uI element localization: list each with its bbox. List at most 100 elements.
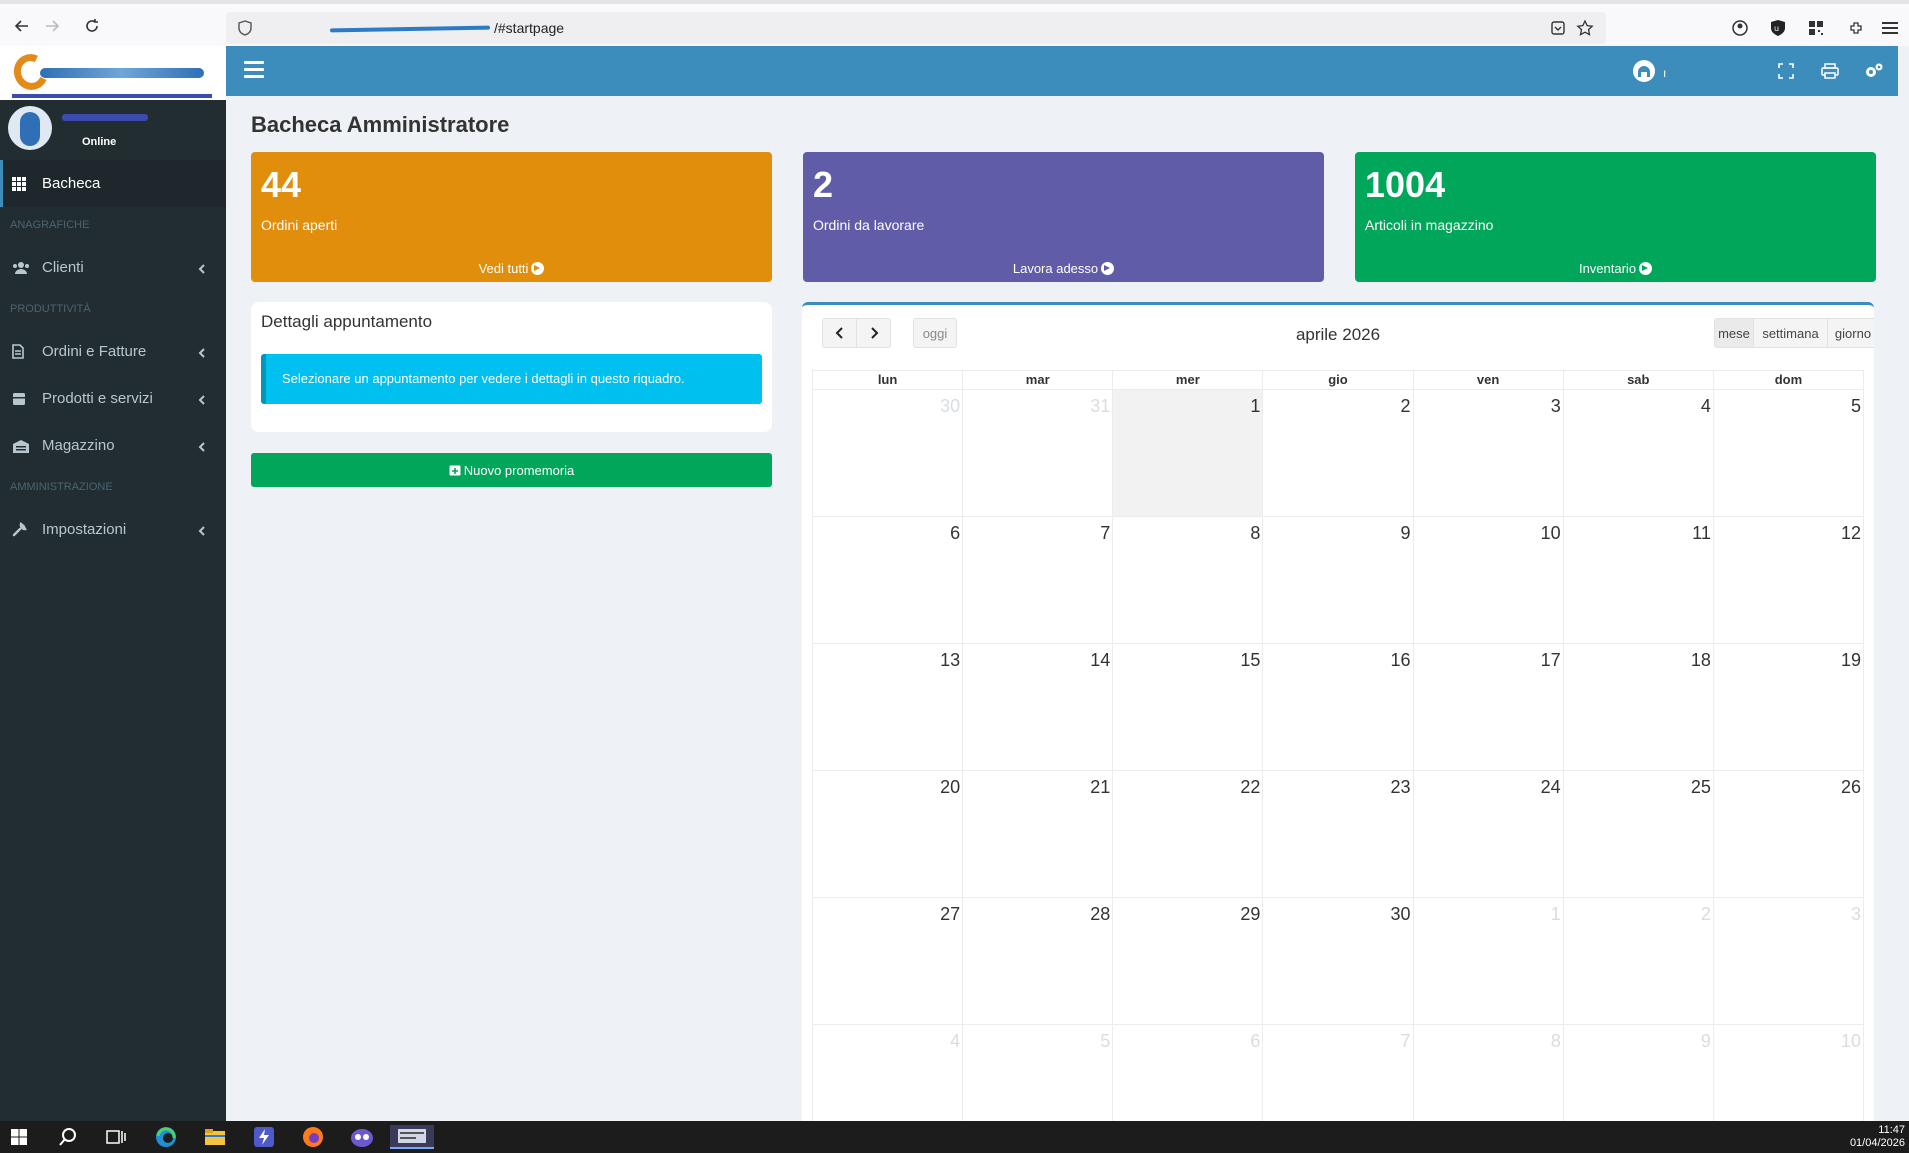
stat-box-ordini-aperti: 44 Ordini aperti Vedi tutti — [251, 152, 772, 282]
active-app-thumbnail-icon[interactable] — [390, 1125, 434, 1149]
calendar-day[interactable]: 4 — [1564, 390, 1714, 516]
document-icon — [12, 343, 34, 361]
calendar-day[interactable]: 27 — [813, 898, 964, 1024]
calendar-day[interactable]: 30 — [813, 390, 964, 516]
redacted-username — [62, 114, 148, 121]
calendar-day[interactable]: 24 — [1414, 771, 1564, 897]
sidebar-item-prodotti-e-servizi[interactable]: Prodotti e servizi — [0, 375, 226, 422]
bookmark-star-icon[interactable] — [1576, 19, 1594, 42]
stat-box-ordini-da-lavorare: 2 Ordini da lavorare Lavora adesso — [803, 152, 1324, 282]
calendar-day[interactable]: 7 — [1263, 1025, 1414, 1121]
user-headset-icon — [1631, 58, 1657, 87]
logo[interactable] — [0, 46, 226, 100]
calendar-day[interactable]: 11 — [1564, 517, 1714, 643]
calendar-week-row: 20 21 22 23 24 25 26 — [812, 771, 1864, 898]
firefox-icon[interactable] — [300, 1125, 326, 1149]
chevron-left-icon — [198, 392, 206, 409]
calendar-day[interactable]: 2 — [1564, 898, 1714, 1024]
taskbar-time: 11:47 — [1878, 1124, 1905, 1136]
new-reminder-button[interactable]: Nuovo promemoria — [251, 453, 772, 487]
calendar-day[interactable]: 19 — [1714, 644, 1864, 770]
calendar-day[interactable]: 3 — [1714, 898, 1864, 1024]
calendar-day[interactable]: 28 — [963, 898, 1114, 1024]
stat-value: 44 — [261, 164, 302, 205]
sidebar-section-anagrafiche: ANAGRAFICHE — [10, 219, 90, 231]
calendar-prev-button[interactable] — [822, 318, 857, 348]
sidebar-item-magazzino[interactable]: Magazzino — [0, 422, 226, 469]
calendar-next-button[interactable] — [856, 318, 891, 348]
calendar-day[interactable]: 17 — [1414, 644, 1564, 770]
calendar-day[interactable]: 1 — [1414, 898, 1564, 1024]
calendar-day[interactable]: 10 — [1414, 517, 1564, 643]
user-status: Online — [82, 136, 117, 148]
stat-link[interactable]: Lavora adesso — [803, 261, 1324, 276]
sidebar-item-clienti[interactable]: Clienti — [0, 244, 226, 291]
file-explorer-icon[interactable] — [202, 1125, 228, 1149]
extensions-icon[interactable] — [1846, 18, 1866, 38]
sidebar-item-bacheca[interactable]: Bacheca — [0, 160, 226, 207]
calendar-day[interactable]: 9 — [1564, 1025, 1714, 1121]
calendar-day[interactable]: 7 — [963, 517, 1114, 643]
account-icon[interactable] — [1730, 18, 1750, 38]
calendar-day[interactable]: 13 — [813, 644, 964, 770]
calendar-day[interactable]: 21 — [963, 771, 1114, 897]
forward-arrow-icon[interactable] — [40, 14, 64, 38]
calendar-day[interactable]: 9 — [1263, 517, 1414, 643]
ublock-icon[interactable]: u — [1768, 18, 1788, 38]
power-automate-icon[interactable] — [251, 1125, 277, 1149]
user-menu[interactable]: ı — [1631, 58, 1666, 87]
calendar-day[interactable]: 2 — [1263, 390, 1414, 516]
calendar-day[interactable]: 18 — [1564, 644, 1714, 770]
calendar-today-button[interactable]: oggi — [913, 318, 957, 348]
calendar-day[interactable]: 29 — [1113, 898, 1264, 1024]
qr-code-icon[interactable] — [1806, 18, 1826, 38]
calendar-day[interactable]: 12 — [1714, 517, 1864, 643]
taskbar-clock[interactable]: 11:47 01/04/2026 — [1850, 1124, 1905, 1150]
calendar-day[interactable]: 22 — [1113, 771, 1264, 897]
calendar-day[interactable]: 8 — [1113, 517, 1264, 643]
calendar-day[interactable]: 25 — [1564, 771, 1714, 897]
calendar-day[interactable]: 16 — [1263, 644, 1414, 770]
calendar-day[interactable]: 20 — [813, 771, 964, 897]
reader-mode-icon[interactable] — [1550, 20, 1566, 41]
search-icon[interactable] — [55, 1125, 81, 1149]
calendar-view-mese[interactable]: mese — [1714, 318, 1754, 348]
calendar-view-giorno[interactable]: giorno — [1827, 318, 1874, 348]
stat-link[interactable]: Inventario — [1355, 261, 1876, 276]
sidebar-item-ordini-e-fatture[interactable]: Ordini e Fatture — [0, 328, 226, 375]
calendar-day[interactable]: 10 — [1714, 1025, 1864, 1121]
hamburger-menu-icon[interactable] — [244, 61, 264, 79]
edge-browser-icon[interactable] — [153, 1125, 179, 1149]
sidebar-item-impostazioni[interactable]: Impostazioni — [0, 506, 226, 553]
fullscreen-icon[interactable] — [1774, 60, 1798, 82]
calendar-day-today[interactable]: 1 — [1113, 390, 1264, 516]
calendar-day[interactable]: 6 — [813, 517, 964, 643]
calendar-day[interactable]: 31 — [963, 390, 1114, 516]
calendar-day[interactable]: 30 — [1263, 898, 1414, 1024]
address-bar[interactable]: /#startpage — [226, 12, 1606, 44]
calendar-day[interactable]: 8 — [1414, 1025, 1564, 1121]
avatar — [8, 106, 52, 150]
page-title: Bacheca Amministratore — [251, 112, 510, 137]
menu-icon[interactable] — [1880, 18, 1900, 38]
print-icon[interactable] — [1818, 60, 1842, 82]
calendar-view-settimana[interactable]: settimana — [1753, 318, 1828, 348]
arrow-circle-right-icon — [531, 262, 545, 275]
calendar-day[interactable]: 6 — [1113, 1025, 1264, 1121]
weekday-ven: ven — [1414, 371, 1564, 389]
app-mascot-icon[interactable] — [349, 1125, 375, 1149]
calendar-day[interactable]: 4 — [813, 1025, 964, 1121]
calendar-day[interactable]: 14 — [963, 644, 1114, 770]
calendar-day[interactable]: 26 — [1714, 771, 1864, 897]
back-arrow-icon[interactable] — [10, 14, 34, 38]
calendar-day[interactable]: 3 — [1414, 390, 1564, 516]
calendar-day[interactable]: 23 — [1263, 771, 1414, 897]
task-view-icon[interactable] — [103, 1125, 129, 1149]
calendar-day[interactable]: 5 — [1714, 390, 1864, 516]
calendar-day[interactable]: 5 — [963, 1025, 1114, 1121]
stat-link[interactable]: Vedi tutti — [251, 261, 772, 276]
settings-gears-icon[interactable] — [1862, 60, 1886, 82]
reload-icon[interactable] — [80, 14, 104, 38]
calendar-day[interactable]: 15 — [1113, 644, 1264, 770]
windows-start-icon[interactable] — [6, 1125, 32, 1149]
